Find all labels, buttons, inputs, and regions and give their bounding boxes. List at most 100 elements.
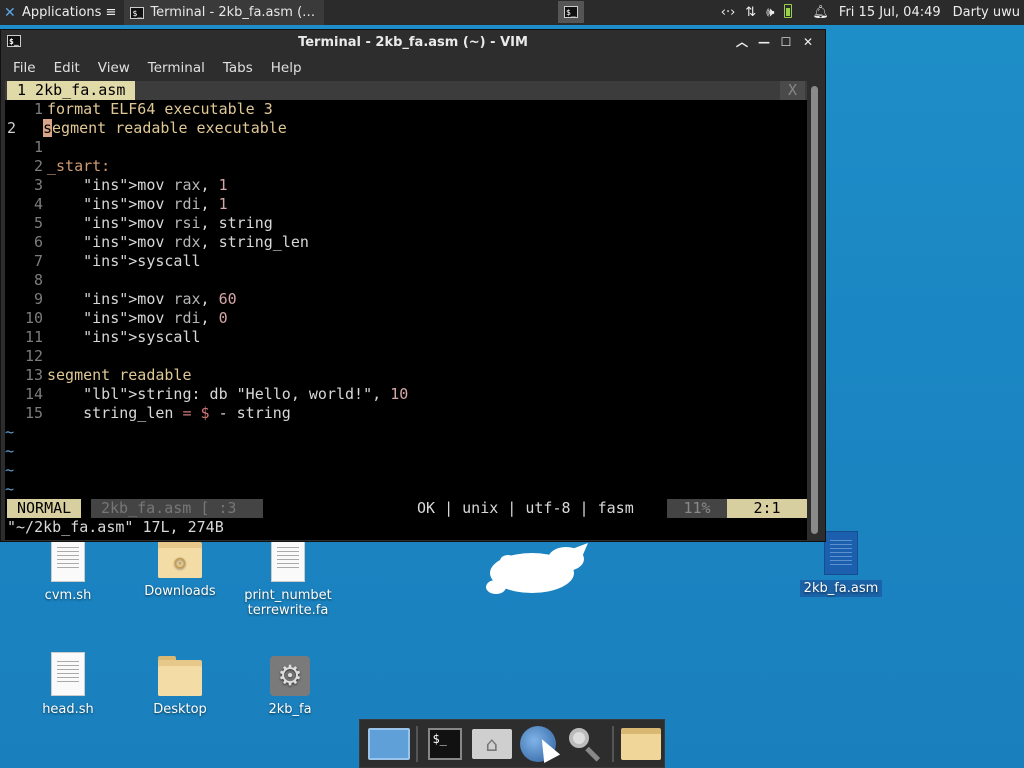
desktop-icon-label: Desktop xyxy=(153,702,207,717)
home-folder-icon[interactable]: ⌂ xyxy=(471,722,513,766)
applications-label: Applications ≡ xyxy=(22,5,117,20)
menu-file[interactable]: File xyxy=(4,60,45,76)
line-number: 2 xyxy=(33,157,43,175)
code-line[interactable]: 7 "ins">syscall xyxy=(5,252,201,271)
terminal-icon[interactable]: $_ xyxy=(424,722,466,766)
desktop-icon-2kb-fa[interactable]: ⚙ 2kb_fa xyxy=(242,656,338,717)
line-number: 1 xyxy=(33,100,43,118)
desktop-icon-cvm-sh[interactable]: cvm.sh xyxy=(20,538,116,603)
text-file-icon xyxy=(271,538,305,582)
taskbar-terminal-button[interactable]: $_ Terminal - 2kb_fa.asm (… xyxy=(124,0,325,25)
vim-status-file: 2kb_fa.asm [ :3 xyxy=(91,499,263,518)
line-number: 2 xyxy=(7,119,17,137)
code-line[interactable]: 3 "ins">mov rax, 1 xyxy=(5,176,228,195)
code-line[interactable]: 2 segment readable executable xyxy=(5,119,287,138)
code-line[interactable]: 2 _start: xyxy=(5,157,110,176)
menu-bar: File Edit View Terminal Tabs Help xyxy=(1,55,825,81)
xfce-mouse-wallpaper-icon xyxy=(486,543,588,594)
empty-line-tilde: ~ xyxy=(5,480,15,498)
window-title: Terminal - 2kb_fa.asm (~) - VIM xyxy=(298,35,528,50)
code-line[interactable]: 10 "ins">mov rdi, 0 xyxy=(5,309,228,328)
dock-separator xyxy=(416,725,419,762)
clock[interactable]: Fri 15 Jul, 04:49 xyxy=(839,5,941,20)
code-line[interactable]: 11 "ins">syscall xyxy=(5,328,201,347)
line-number: 12 xyxy=(24,347,43,365)
window-terminal-icon[interactable]: $_ xyxy=(7,35,21,47)
code-line[interactable]: 5 "ins">mov rsi, string xyxy=(5,214,273,233)
desktop-icon-desktop[interactable]: Desktop xyxy=(132,656,228,717)
terminal-content[interactable]: 1 2kb_fa.asm X 1 format ELF64 executable … xyxy=(5,81,807,540)
code-line[interactable]: 9 "ins">mov rax, 60 xyxy=(5,290,237,309)
menu-view[interactable]: View xyxy=(89,60,139,76)
line-number: 8 xyxy=(33,271,43,289)
desktop-icon-head-sh[interactable]: head.sh xyxy=(20,652,116,717)
scrollbar-thumb[interactable] xyxy=(811,86,818,534)
dock-separator xyxy=(611,725,614,762)
battery-icon[interactable] xyxy=(784,3,802,22)
code-text: "ins">mov rax, 60 xyxy=(83,290,237,308)
shade-button-icon[interactable]: ︿ xyxy=(731,34,753,50)
code-line[interactable]: 1 format ELF64 executable 3 xyxy=(5,100,273,119)
minimize-button-icon[interactable]: — xyxy=(753,34,775,50)
desktop-icon-label: print_numbet terrewrite.fa xyxy=(244,588,332,618)
user-menu[interactable]: Darty uwu xyxy=(953,5,1020,20)
network-arrows-icon[interactable]: ‹·› xyxy=(721,5,736,20)
window-titlebar[interactable]: $_ Terminal - 2kb_fa.asm (~) - VIM ︿ — ☐… xyxy=(1,30,825,55)
folder-icon xyxy=(158,656,202,696)
code-text: "ins">mov rdx, string_len xyxy=(83,233,309,251)
show-desktop-icon[interactable] xyxy=(368,722,411,766)
volume-icon[interactable]: 🕪 xyxy=(766,5,774,20)
vim-mode: NORMAL xyxy=(7,499,82,518)
network-updown-icon[interactable]: ⇅ xyxy=(745,5,756,20)
desktop-icon-print-numbet[interactable]: print_numbet terrewrite.fa xyxy=(240,538,336,618)
desktop-icon-label: head.sh xyxy=(42,702,94,717)
code-line[interactable]: 15 string_len = $ - string xyxy=(5,404,291,423)
line-number: 10 xyxy=(24,309,43,327)
system-tray: ‹·› ⇅ 🕪 🔔︎ Fri 15 Jul, 04:49 Darty uwu xyxy=(721,0,1024,25)
code-line[interactable]: 8 xyxy=(5,271,47,290)
terminal-window[interactable]: $_ Terminal - 2kb_fa.asm (~) - VIM ︿ — ☐… xyxy=(0,29,826,542)
code-line[interactable]: 4 "ins">mov rdi, 1 xyxy=(5,195,228,214)
xfce-logo-icon: ✕ xyxy=(4,4,16,21)
desktop-icon-downloads[interactable]: ⊙ Downloads xyxy=(132,538,228,599)
menu-terminal[interactable]: Terminal xyxy=(139,60,214,76)
code-text: string_len = $ - string xyxy=(47,404,291,422)
line-number: 9 xyxy=(33,290,43,308)
menu-edit[interactable]: Edit xyxy=(45,60,89,76)
code-line[interactable]: 14 "lbl">string: db "Hello, world!", 10 xyxy=(5,385,408,404)
menu-tabs[interactable]: Tabs xyxy=(214,60,262,76)
maximize-button-icon[interactable]: ☐ xyxy=(775,34,797,50)
close-button-icon[interactable]: ✕ xyxy=(797,34,819,50)
vim-command-line[interactable]: "~/2kb_fa.asm" 17L, 274B xyxy=(7,518,224,537)
panel-terminal-launcher[interactable]: $_ xyxy=(558,1,584,23)
shell-script-icon xyxy=(51,652,85,696)
code-line[interactable]: 12 xyxy=(5,347,47,366)
applications-menu[interactable]: ✕ Applications ≡ xyxy=(0,0,120,25)
vim-status-position: 2:1 xyxy=(727,499,807,518)
app-finder-icon[interactable] xyxy=(563,722,605,766)
notification-bell-icon[interactable]: 🔔︎ xyxy=(812,5,829,20)
desktop-icon-label: 2kb_fa xyxy=(268,702,312,717)
code-text: segment readable executable xyxy=(43,119,287,137)
files-icon[interactable] xyxy=(620,722,662,766)
code-line[interactable]: 6 "ins">mov rdx, string_len xyxy=(5,233,309,252)
desktop-icon-label: Downloads xyxy=(144,584,216,599)
code-text: "ins">mov rdi, 0 xyxy=(83,309,228,327)
code-text: _start: xyxy=(47,157,111,175)
line-number: 1 xyxy=(33,138,43,156)
line-number: 13 xyxy=(24,366,43,384)
vim-tab-active[interactable]: 1 2kb_fa.asm xyxy=(7,81,136,100)
desktop-icon-label: 2kb_fa.asm xyxy=(799,580,883,597)
code-line[interactable]: 13 segment readable xyxy=(5,366,192,385)
terminal-scrollbar[interactable] xyxy=(808,82,822,538)
terminal-launcher-icon: $_ xyxy=(564,6,578,18)
menu-help[interactable]: Help xyxy=(262,60,311,76)
line-number: 11 xyxy=(24,328,43,346)
code-text: format ELF64 executable 3 xyxy=(47,100,273,118)
asm-file-icon xyxy=(824,531,858,575)
code-text: "ins">syscall xyxy=(83,328,201,346)
code-line[interactable]: 1 xyxy=(5,138,47,157)
bottom-dock: $_ ⌂ xyxy=(359,719,665,768)
vim-tab-close-button[interactable]: X xyxy=(779,81,805,100)
vim-status-info: OK | unix | utf-8 | fasm xyxy=(417,499,634,517)
